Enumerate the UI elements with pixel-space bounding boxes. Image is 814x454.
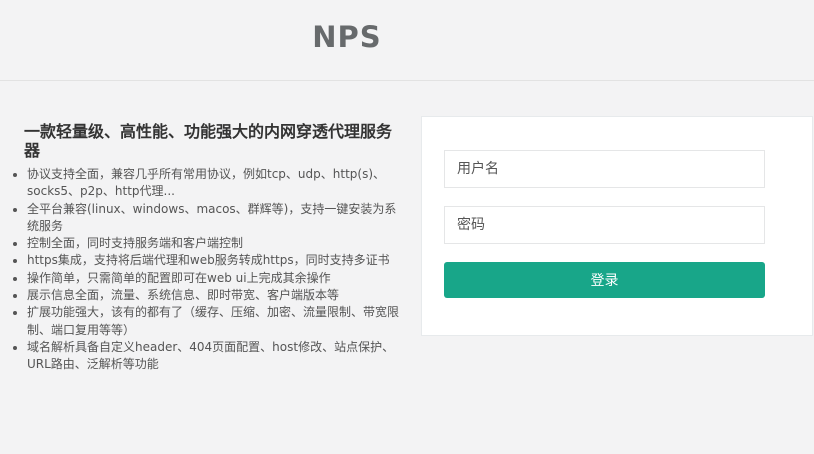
login-panel: 登录 (421, 116, 813, 336)
password-input[interactable] (444, 206, 765, 244)
login-button[interactable]: 登录 (444, 262, 765, 298)
feature-item: 展示信息全面，流量、系统信息、即时带宽、客户端版本等 (10, 287, 400, 304)
top-bar: NPS (0, 0, 814, 81)
intro-section: 一款轻量级、高性能、功能强大的内网穿透代理服务器 协议支持全面，兼容几乎所有常用… (10, 122, 400, 374)
username-input[interactable] (444, 150, 765, 188)
brand-text: NPS (312, 20, 382, 54)
brand-title: NPS (0, 20, 694, 54)
feature-item: 控制全面，同时支持服务端和客户端控制 (10, 235, 400, 252)
feature-list: 协议支持全面，兼容几乎所有常用协议，例如tcp、udp、http(s)、sock… (10, 166, 400, 374)
feature-item: 扩展功能强大，该有的都有了（缓存、压缩、加密、流量限制、带宽限制、端口复用等等） (10, 304, 400, 339)
feature-item: 域名解析具备自定义header、404页面配置、host修改、站点保护、URL路… (10, 339, 400, 374)
feature-item: 操作简单，只需简单的配置即可在web ui上完成其余操作 (10, 270, 400, 287)
feature-item: https集成，支持将后端代理和web服务转成https，同时支持多证书 (10, 252, 400, 269)
intro-title: 一款轻量级、高性能、功能强大的内网穿透代理服务器 (24, 122, 393, 160)
feature-item: 协议支持全面，兼容几乎所有常用协议，例如tcp、udp、http(s)、sock… (10, 166, 400, 201)
feature-item: 全平台兼容(linux、windows、macos、群辉等)，支持一键安装为系统… (10, 201, 400, 236)
